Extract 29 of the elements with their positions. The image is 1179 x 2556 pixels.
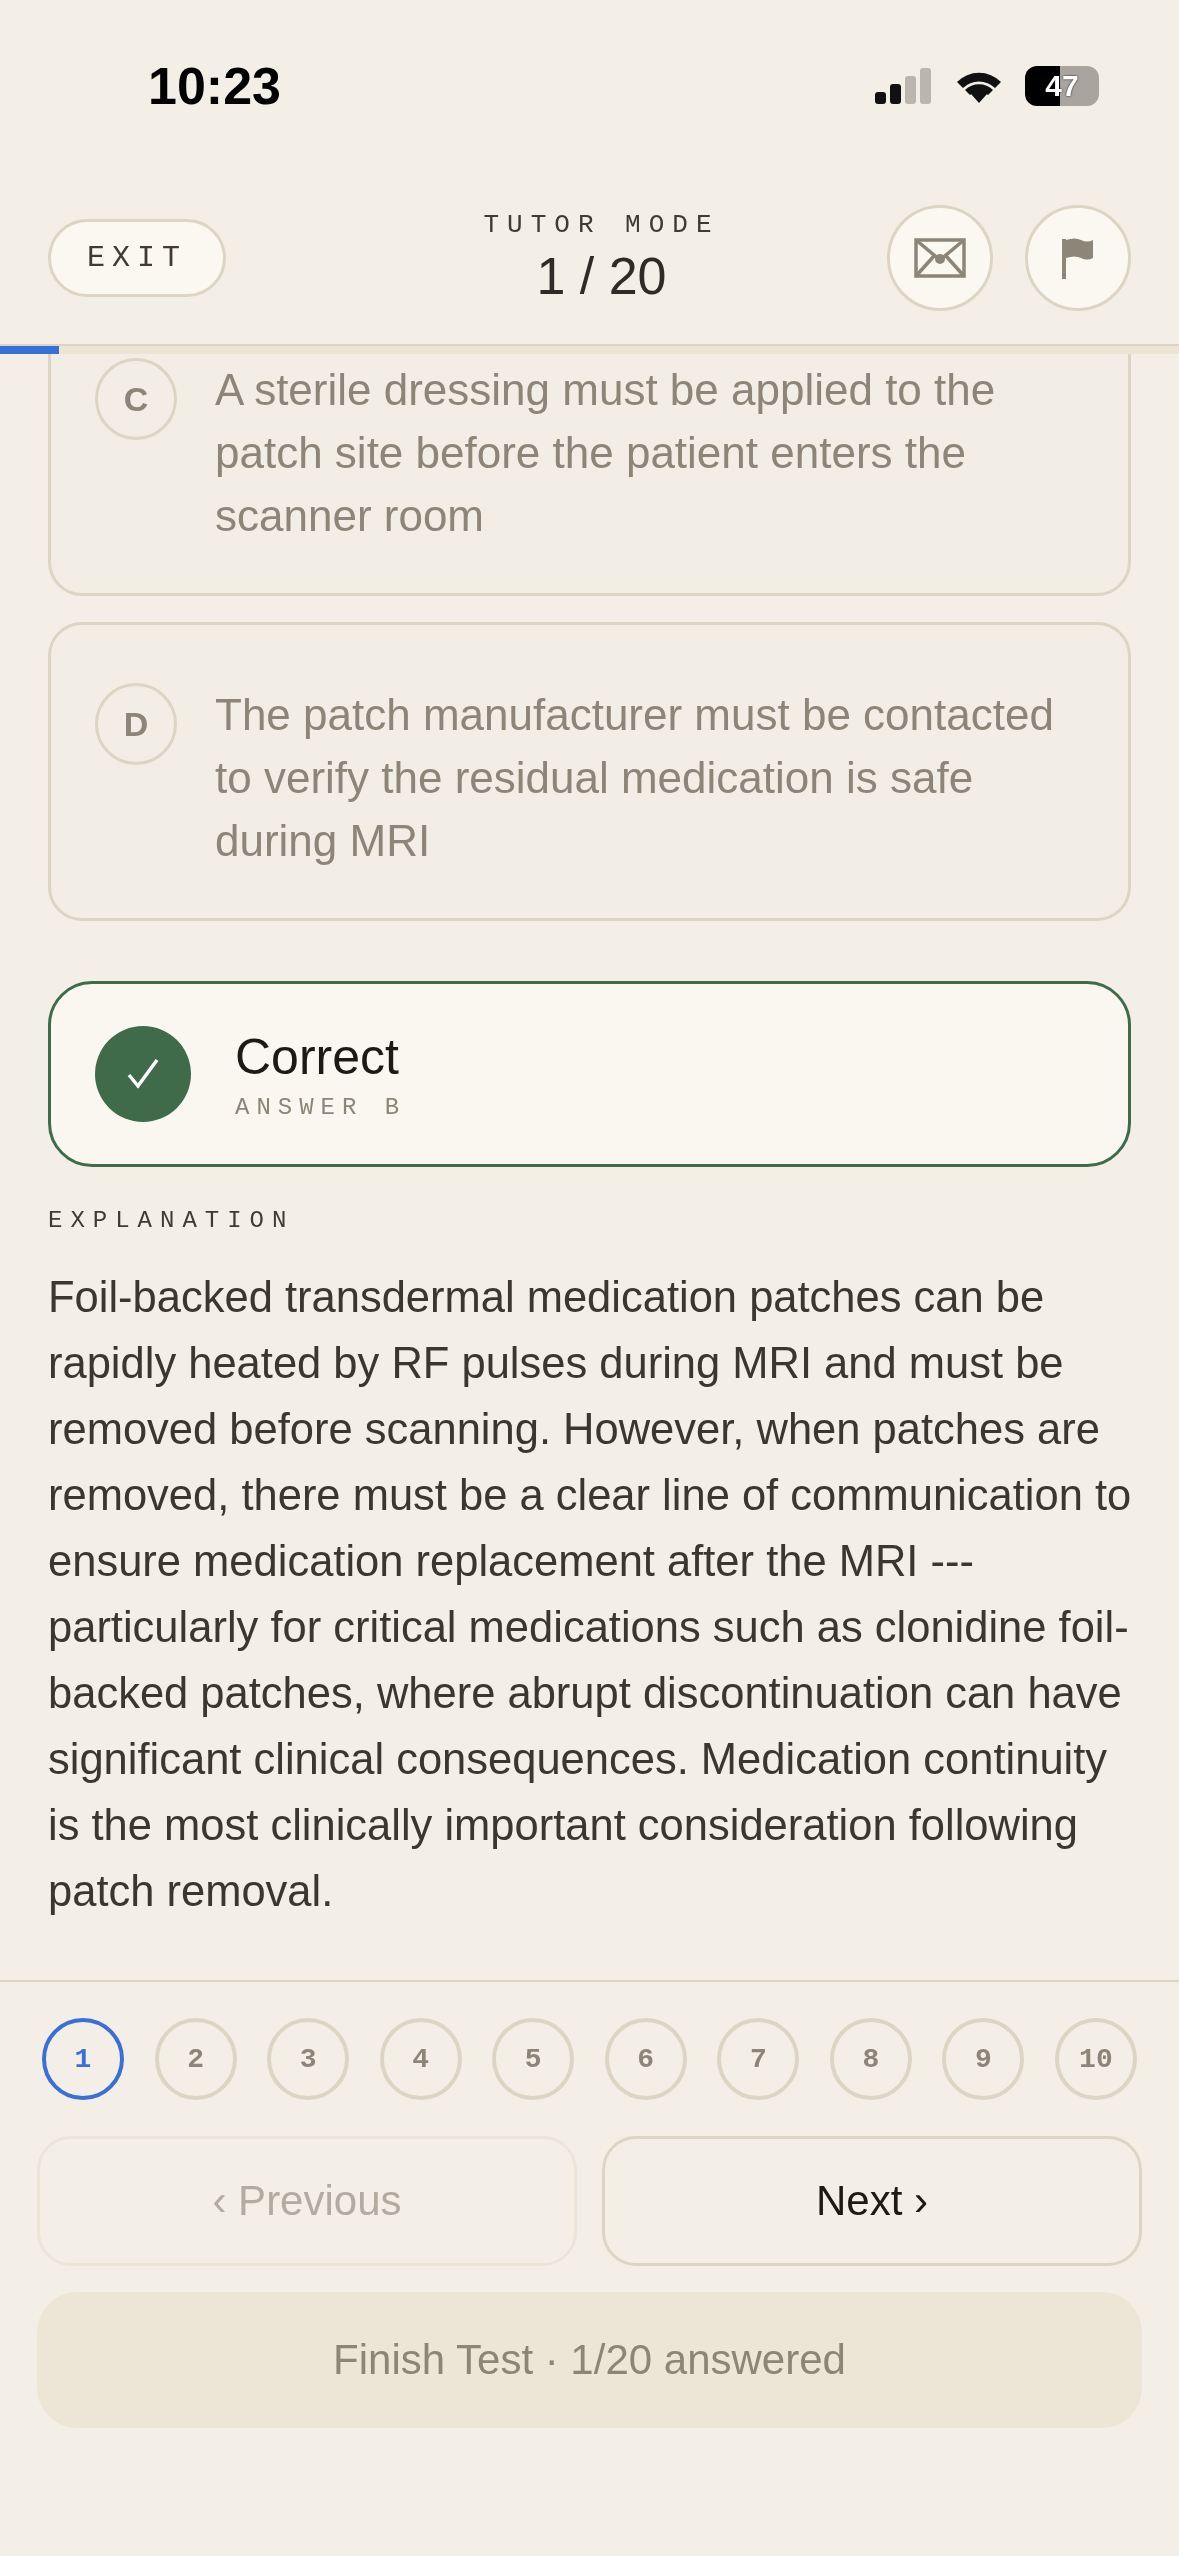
question-number[interactable]: 2 (154, 2018, 237, 2100)
question-number[interactable]: 3 (267, 2018, 350, 2100)
question-number[interactable]: 10 (1054, 2018, 1137, 2100)
flag-icon (1061, 237, 1095, 279)
question-number[interactable]: 5 (492, 2018, 575, 2100)
question-number[interactable]: 7 (717, 2018, 800, 2100)
result-answer: ANSWER B (235, 1093, 407, 1121)
next-button[interactable]: Next › (602, 2136, 1142, 2266)
exit-button[interactable]: EXIT (48, 219, 226, 297)
question-number[interactable]: 8 (829, 2018, 912, 2100)
question-number[interactable]: 1 (42, 2018, 124, 2100)
option-letter: D (95, 683, 177, 765)
option-text: The patch manufacturer must be contacted to verify the residual medication is safe during MRI (215, 689, 1055, 867)
envelope-icon (914, 238, 966, 278)
status-time: 10:23 (148, 56, 281, 116)
answer-option[interactable]: D The patch manufacturer must be contacted to verify the residual medication is safe during MRI (48, 622, 1131, 921)
signal-icon (875, 68, 933, 104)
answer-option[interactable]: C A sterile dressing must be applied to the patch site before the patient enters the scanner room (48, 354, 1131, 596)
option-letter: C (95, 358, 177, 440)
question-number[interactable]: 9 (942, 2018, 1025, 2100)
question-number[interactable]: 6 (604, 2018, 687, 2100)
section-label: EXPLANATION (48, 1207, 296, 1234)
question-counter: 1 / 20 (536, 246, 667, 306)
option-text: A sterile dressing must be applied to the patch site before the patient enters the scanner room (215, 364, 997, 542)
explanation-text: Foil-backed transdermal medication patches can be rapidly heated by RF pulses during MRI and must be removed before scanning. However, when patches are removed, there must be a clear line of communication to ensure medication replacement after the MRI --- particularly for critical medications such as clonidine foil-backed patches, where abrupt discontinuation can have significant clinical consequences. Medication continuity is the most clinically important consideration following patch removal. (48, 1272, 1133, 1917)
finish-button[interactable]: Finish Test · 1/20 answered (37, 2292, 1142, 2428)
result-title: Correct (235, 1027, 400, 1086)
mode-label: TUTOR MODE (483, 210, 720, 240)
question-number[interactable]: 4 (379, 2018, 462, 2100)
